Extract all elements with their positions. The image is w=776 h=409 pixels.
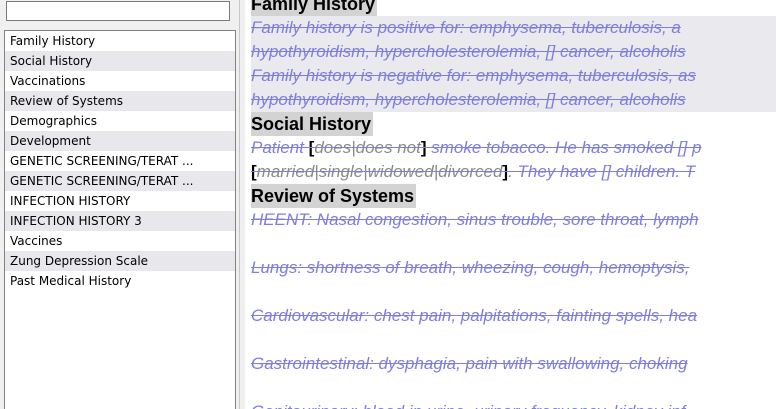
template-list-pane: Family History Social History Vaccinatio… (0, 0, 239, 409)
marital-suffix-text: . They have [] children. T (508, 162, 696, 181)
list-item-infection-history[interactable]: INFECTION HISTORY (5, 191, 235, 211)
section-heading-family-history: Family History (251, 0, 378, 16)
list-item-vaccines[interactable]: Vaccines (5, 231, 235, 251)
social-history-smoking-line[interactable]: Patient [does|does not] smoke tobacco. H… (251, 136, 776, 160)
choice-option-single[interactable]: single (319, 162, 363, 181)
choice-option-does-not[interactable]: does not (356, 138, 421, 157)
ros-heent-line[interactable]: HEENT: Nasal congestion, sinus trouble, … (251, 208, 776, 232)
section-heading-social-history: Social History (251, 112, 374, 136)
choice-option-married[interactable]: married (257, 162, 315, 181)
template-list[interactable]: Family History Social History Vaccinatio… (4, 30, 236, 409)
list-item-genetic-screening-1[interactable]: GENETIC SCREENING/TERAT ... (5, 151, 235, 171)
list-item-infection-history-3[interactable]: INFECTION HISTORY 3 (5, 211, 235, 231)
ros-lungs-line[interactable]: Lungs: shortness of breath, wheezing, co… (251, 256, 776, 280)
ros-gastrointestinal-line[interactable]: Gastrointestinal: dysphagia, pain with s… (251, 352, 776, 376)
choice-option-widowed[interactable]: widowed (368, 162, 434, 181)
ros-cardiovascular-line[interactable]: Cardiovascular: chest pain, palpitations… (251, 304, 776, 328)
ros-genitourinary-line[interactable]: Genitourinary: blood in urine, urinary f… (251, 400, 776, 409)
family-history-positive-line-2[interactable]: hypothyroidism, hypercholesterolemia, []… (251, 40, 776, 64)
search-input[interactable] (6, 1, 230, 21)
smoking-suffix-text: smoke tobacco. He has smoked [] p (426, 138, 702, 157)
list-item-social-history[interactable]: Social History (5, 51, 235, 71)
smoking-prefix-text: Patient (251, 138, 309, 157)
list-item-zung-depression-scale[interactable]: Zung Depression Scale (5, 251, 235, 271)
family-history-negative-line-2[interactable]: hypothyroidism, hypercholesterolemia, []… (251, 88, 776, 112)
list-item-review-of-systems[interactable]: Review of Systems (5, 91, 235, 111)
social-history-marital-line[interactable]: [married|single|widowed|divorced]. They … (251, 160, 776, 184)
list-item-genetic-screening-2[interactable]: GENETIC SCREENING/TERAT ... (5, 171, 235, 191)
list-item-family-history[interactable]: Family History (5, 31, 235, 51)
section-heading-review-of-systems: Review of Systems (251, 184, 417, 208)
family-history-negative-line-1[interactable]: Family history is negative for: emphysem… (251, 64, 776, 88)
family-history-positive-line-1[interactable]: Family history is positive for: emphysem… (251, 16, 776, 40)
list-item-demographics[interactable]: Demographics (5, 111, 235, 131)
choice-option-divorced[interactable]: divorced (438, 162, 502, 181)
document-editor[interactable]: Family History Family history is positiv… (245, 0, 776, 409)
list-item-past-medical-history[interactable]: Past Medical History (5, 271, 235, 291)
list-item-vaccinations[interactable]: Vaccinations (5, 71, 235, 91)
list-item-development[interactable]: Development (5, 131, 235, 151)
choice-option-does[interactable]: does (314, 138, 351, 157)
